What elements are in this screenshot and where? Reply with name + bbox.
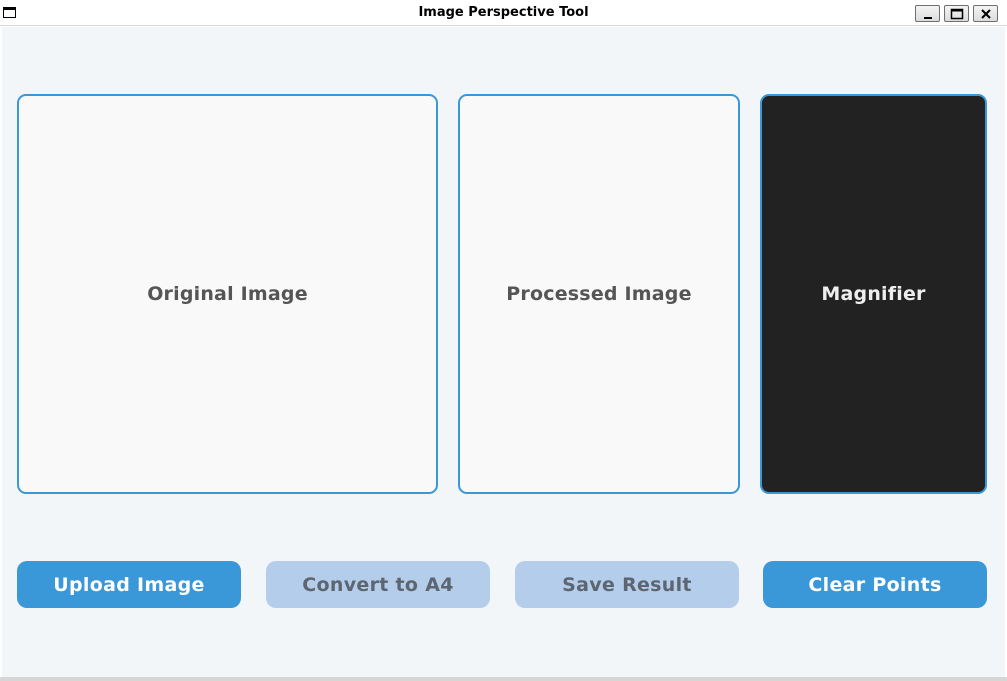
magnifier-panel: Magnifier: [760, 94, 987, 494]
maximize-button[interactable]: [944, 5, 969, 22]
close-icon: [981, 9, 991, 19]
processed-image-panel: Processed Image: [458, 94, 740, 494]
title-bar[interactable]: Image Perspective Tool: [0, 0, 1007, 26]
save-result-button[interactable]: Save Result: [515, 561, 739, 608]
original-image-panel[interactable]: Original Image: [17, 94, 438, 494]
minimize-button[interactable]: [915, 5, 940, 22]
processed-image-label: Processed Image: [506, 283, 692, 305]
maximize-icon: [950, 8, 964, 20]
close-button[interactable]: [973, 5, 998, 22]
convert-to-a4-button[interactable]: Convert to A4: [266, 561, 490, 608]
magnifier-label: Magnifier: [821, 283, 926, 305]
clear-points-button[interactable]: Clear Points: [763, 561, 987, 608]
window-bottom-border: [0, 677, 1007, 681]
upload-image-button[interactable]: Upload Image: [17, 561, 241, 608]
app-window: Image Perspective Tool Original Image Pr…: [0, 0, 1007, 681]
window-title: Image Perspective Tool: [418, 5, 589, 20]
original-image-label: Original Image: [147, 283, 308, 305]
minimize-icon: [924, 17, 932, 19]
